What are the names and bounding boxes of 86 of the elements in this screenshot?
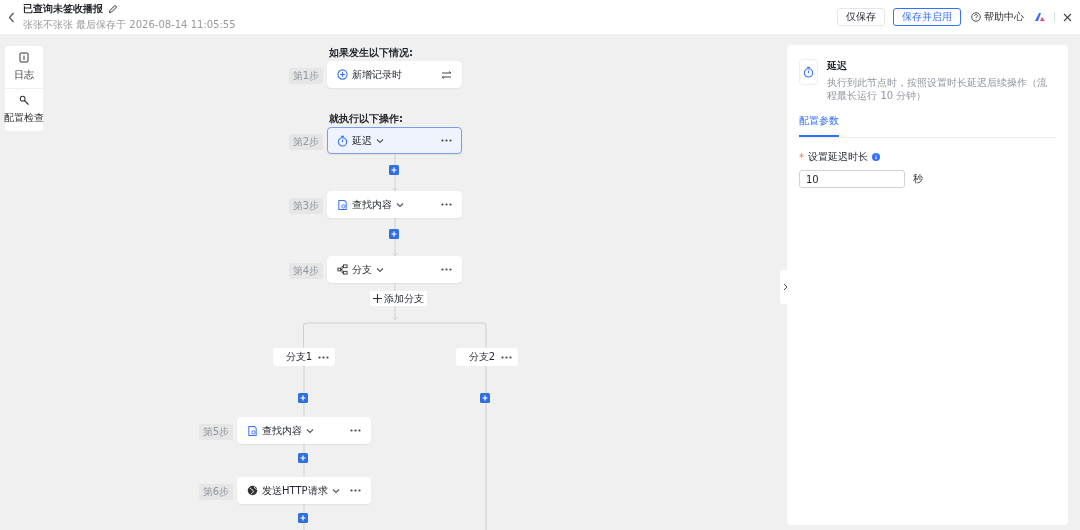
step-label: 第3步	[288, 198, 323, 214]
add-step-button[interactable]	[389, 229, 399, 239]
stopwatch-icon	[337, 134, 348, 147]
document-search-icon	[337, 198, 348, 211]
step-label: 第5步	[198, 424, 233, 440]
connector-line	[300, 504, 307, 513]
branch-label: 分支1	[285, 350, 312, 364]
caret-icon	[306, 427, 314, 434]
step-title: 延迟	[352, 133, 372, 148]
step-title: 发送HTTP请求	[262, 483, 328, 498]
connector-line	[391, 218, 398, 229]
save-status: 张张不张张 最后保存于 2026-08-14 11:05:55	[23, 18, 236, 32]
connector-line	[391, 283, 398, 291]
add-step-button[interactable]	[480, 393, 490, 403]
more-icon[interactable]	[318, 355, 329, 359]
step-label: 第2步	[288, 134, 323, 150]
more-icon[interactable]	[501, 355, 512, 359]
document-search-icon	[247, 424, 258, 437]
config-check-tool[interactable]: 配置检查	[5, 88, 43, 131]
delay-input[interactable]: 10	[799, 170, 905, 188]
log-tool[interactable]: 日志	[5, 46, 43, 88]
connector-line	[300, 463, 307, 477]
branch-label: 分支2	[468, 350, 495, 364]
pencil-icon[interactable]	[108, 4, 118, 14]
tab[interactable]: 配置参数	[799, 110, 839, 137]
caret-icon	[331, 487, 340, 494]
step-title: 查找内容	[352, 197, 392, 212]
connector-line	[300, 403, 307, 417]
more-icon[interactable]	[441, 203, 452, 206]
add-step-button[interactable]	[298, 393, 308, 403]
info-icon[interactable]	[872, 153, 880, 161]
plus-circle-icon	[337, 69, 348, 80]
panel-title: 延迟	[827, 59, 849, 73]
add-step-button[interactable]	[389, 165, 399, 175]
panel-description: 执行到此节点时，按照设置时长延迟后续操作（流程最长运行 10 分钟）	[827, 76, 1049, 102]
caret-icon	[396, 201, 404, 208]
section-heading: 就执行以下操作:	[329, 112, 403, 126]
step-node[interactable]: 发送HTTP请求	[237, 477, 371, 504]
connector-arrow	[391, 175, 398, 191]
flow-title: 已查询未签收播报	[23, 2, 103, 16]
chevron-right-icon	[782, 283, 788, 291]
connector-arrow	[391, 306, 398, 320]
caret-icon	[376, 266, 384, 273]
branch-header[interactable]: 分支1	[273, 348, 335, 366]
step-label: 第4步	[288, 263, 323, 279]
section-heading: 如果发生以下情况:	[329, 46, 413, 60]
more-icon[interactable]	[350, 429, 361, 432]
add-step-button[interactable]	[298, 513, 308, 523]
branch-header[interactable]: 分支2	[456, 348, 518, 366]
step-title: 查找内容	[262, 423, 302, 438]
step-node[interactable]: 查找内容	[327, 191, 462, 218]
globe-icon	[247, 485, 258, 496]
stopwatch-icon	[803, 66, 815, 78]
connector-line	[300, 444, 307, 453]
step-node[interactable]: 查找内容	[237, 417, 371, 444]
save-enable-button[interactable]: 保存并启用	[893, 8, 961, 26]
add-step-button[interactable]	[298, 453, 308, 463]
required-mark: *	[799, 151, 804, 163]
step-title: 新增记录时	[352, 67, 402, 82]
add-branch-button[interactable]: 添加分支	[370, 291, 427, 306]
document-info-icon	[19, 52, 29, 63]
step-title: 分支	[352, 262, 372, 277]
unit-label: 秒	[913, 172, 923, 186]
step-node[interactable]: 新增记录时	[327, 61, 462, 88]
connector-line	[300, 366, 307, 393]
more-icon[interactable]	[350, 489, 361, 492]
connector-arrow	[391, 239, 398, 256]
connector-line	[300, 523, 307, 530]
step-label: 第1步	[288, 68, 323, 84]
branch-icon	[337, 264, 348, 275]
connector-line	[391, 154, 398, 165]
step-node[interactable]: 延迟	[327, 127, 462, 154]
more-icon[interactable]	[441, 268, 452, 271]
close-icon[interactable]	[1063, 12, 1072, 22]
swap-icon[interactable]	[441, 70, 452, 79]
step-node[interactable]: 分支	[327, 256, 462, 283]
help-icon	[971, 12, 981, 22]
logo-icon[interactable]	[1034, 12, 1046, 22]
back-icon[interactable]	[8, 11, 15, 23]
save-button[interactable]: 仅保存	[837, 8, 885, 26]
more-icon[interactable]	[441, 139, 452, 142]
field-label: 设置延迟时长	[808, 150, 868, 164]
connector-line	[483, 366, 489, 393]
caret-icon	[376, 137, 384, 144]
step-label: 第6步	[198, 484, 233, 500]
plus-icon	[373, 294, 382, 303]
